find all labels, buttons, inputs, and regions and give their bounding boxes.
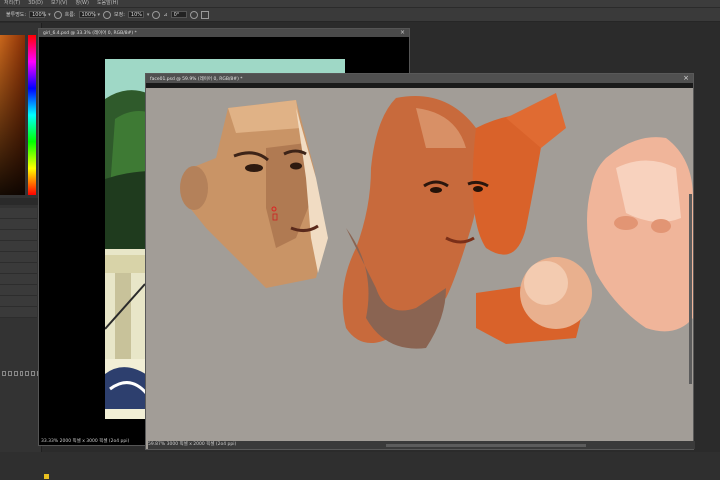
opacity-field[interactable]: 100% — [29, 11, 46, 18]
layer-row[interactable] — [0, 219, 37, 230]
layers-panel-tabs[interactable] — [0, 198, 41, 205]
document-tab-front[interactable]: face01.psd @ 59.9% (레이어 0, RGB/8#) * × — [146, 74, 693, 83]
menu-item-view[interactable]: 보기(V) — [47, 0, 72, 7]
layer-row[interactable] — [0, 274, 37, 285]
vertical-scrollbar[interactable] — [689, 194, 692, 384]
layer-row[interactable] — [0, 307, 37, 318]
menu-item-help[interactable]: 도움말(H) — [93, 0, 122, 7]
symmetry-icon[interactable] — [200, 10, 209, 19]
layer-row[interactable] — [0, 230, 37, 241]
layer-row[interactable] — [0, 263, 37, 274]
angle-field[interactable]: 0° — [170, 11, 187, 18]
gear-icon[interactable] — [152, 10, 161, 19]
layer-row[interactable] — [0, 285, 37, 296]
chevron-down-icon[interactable]: ▾ — [48, 12, 51, 18]
horizontal-scrollbar[interactable] — [386, 444, 586, 447]
layer-row[interactable] — [0, 208, 37, 219]
menu-bar: 처리(T) 3D(D) 보기(V) 창(W) 도움말(H) — [0, 0, 720, 7]
options-bar: 불투명도: 100% ▾ 흐름: 100% ▾ 보정: 10% ▾ ⊿ 0° — [0, 8, 720, 22]
bottom-workspace — [0, 452, 720, 480]
layer-actions — [0, 371, 42, 379]
document-tab-back[interactable]: girl_6.4.psd @ 33.3% (레이어 0, RGB/8#) * × — [39, 29, 409, 37]
zoom-level[interactable]: 33.33% — [41, 439, 58, 444]
smoothing-label: 보정: — [114, 12, 125, 18]
face-studies-painting[interactable] — [146, 88, 693, 440]
color-picker-field[interactable] — [0, 35, 25, 195]
document-info: 2000 픽셀 x 3000 픽셀 (2o4 ppi) — [59, 439, 130, 444]
zoom-level[interactable]: 59.87% — [148, 442, 165, 447]
link-icon[interactable] — [2, 371, 6, 376]
flow-label: 흐름: — [64, 12, 76, 18]
flow-field[interactable]: 100% — [78, 11, 96, 18]
mask-icon[interactable] — [13, 371, 18, 376]
layer-row[interactable] — [0, 241, 37, 252]
layer-row[interactable] — [0, 252, 37, 263]
document-info: 3000 픽셀 x 2000 픽셀 (2o4 ppi) — [166, 442, 237, 447]
hue-slider[interactable] — [28, 35, 36, 195]
close-icon[interactable]: × — [400, 29, 405, 37]
chevron-down-icon[interactable]: ▾ — [98, 12, 101, 18]
opacity-label: 불투명도: — [6, 12, 27, 18]
chevron-down-icon[interactable]: ▾ — [147, 12, 150, 18]
new-layer-icon[interactable] — [31, 371, 36, 376]
angle-icon: ⊿ — [163, 11, 168, 18]
status-indicator-icon — [44, 474, 49, 479]
layer-row[interactable] — [0, 296, 37, 307]
left-panel — [0, 23, 42, 480]
adjustment-icon[interactable] — [19, 371, 24, 376]
close-icon[interactable]: × — [683, 74, 689, 83]
document-title: girl_6.4.psd @ 33.3% (레이어 0, RGB/8#) * — [43, 31, 137, 36]
fx-icon[interactable] — [7, 371, 12, 376]
menu-item-window[interactable]: 창(W) — [71, 0, 92, 7]
smoothing-field[interactable]: 10% — [127, 11, 144, 18]
menu-item-process[interactable]: 처리(T) — [0, 0, 24, 7]
document-window-front[interactable]: face01.psd @ 59.9% (레이어 0, RGB/8#) * × 5… — [145, 73, 695, 450]
document-title: face01.psd @ 59.9% (레이어 0, RGB/8#) * — [150, 76, 243, 82]
pressure-size-icon[interactable] — [189, 10, 198, 19]
pressure-opacity-icon[interactable] — [53, 10, 62, 19]
status-bar-back: 33.33% 2000 픽셀 x 3000 픽셀 (2o4 ppi) — [41, 438, 129, 445]
airbrush-icon[interactable] — [103, 10, 112, 19]
folder-icon[interactable] — [25, 371, 30, 376]
menu-item-3d[interactable]: 3D(D) — [24, 0, 47, 7]
